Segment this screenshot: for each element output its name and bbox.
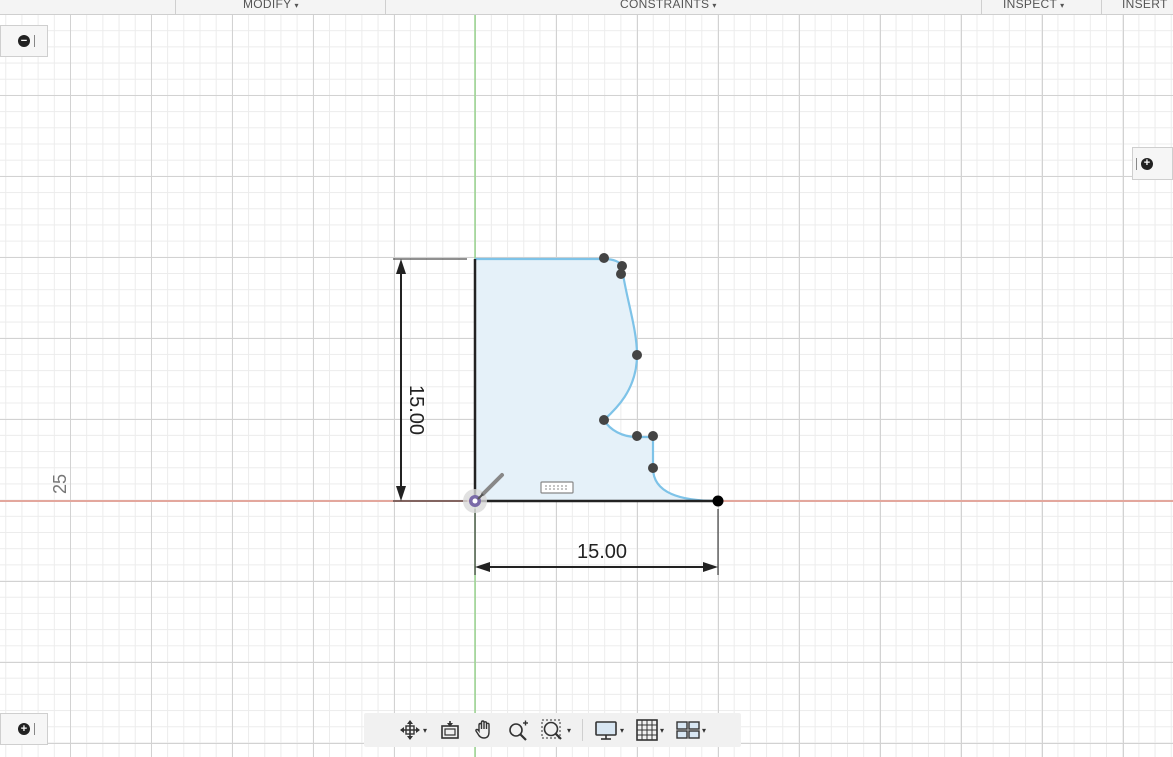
pan-icon (475, 720, 490, 739)
viewports-icon (676, 721, 700, 739)
control-point (648, 431, 658, 441)
text-glyph-icon[interactable] (540, 481, 574, 494)
insert-menu-label: INSERT (1122, 0, 1168, 11)
control-point (599, 253, 609, 263)
caret-down-icon: ▾ (702, 725, 707, 735)
zoom-icon (509, 720, 528, 741)
navigation-bar: ▾ ▾ ▾ ▾ ▾ (364, 713, 741, 747)
nav-divider (581, 719, 583, 741)
insert-menu[interactable]: INSERT (1122, 0, 1168, 14)
collapse-icon: − (18, 35, 30, 47)
caret-down-icon: ▾ (1060, 1, 1065, 10)
caret-down-icon: ▾ (566, 725, 571, 735)
control-point (648, 463, 658, 473)
grid-settings-icon (636, 719, 658, 741)
display-settings-button[interactable]: ▾ (591, 717, 627, 743)
expand-icon: + (18, 723, 30, 735)
axis-label: 25 (50, 474, 70, 494)
caret-down-icon: ▾ (619, 725, 624, 735)
toolbar-divider (1101, 0, 1102, 14)
expand-icon: + (1141, 157, 1153, 170)
dimension-horizontal-value[interactable]: 15.00 (577, 541, 627, 563)
modify-menu-label: MODIFY (243, 0, 292, 11)
grid-settings-button[interactable]: ▾ (633, 717, 667, 743)
orbit-icon (399, 720, 420, 740)
control-point (616, 269, 626, 279)
toolbar-divider (175, 0, 176, 14)
constraints-menu-label: CONSTRAINTS (620, 0, 710, 11)
toolbar: MODIFY ▾ CONSTRAINTS ▾ INSPECT ▾ INSERT (0, 0, 1173, 15)
dimension-vertical[interactable] (393, 258, 467, 502)
sketch-drawing[interactable]: 15.00 15.00 25 (0, 0, 1173, 757)
comments-panel-toggle[interactable]: + (0, 713, 48, 745)
display-settings-icon (595, 721, 617, 740)
caret-down-icon: ▾ (712, 1, 717, 10)
control-point (632, 350, 642, 360)
end-point[interactable] (712, 495, 724, 507)
control-point (599, 415, 609, 425)
pan-button[interactable] (470, 717, 498, 743)
control-point (632, 431, 642, 441)
sketch-palette-toggle[interactable]: + (1132, 147, 1173, 180)
inspect-menu-label: INSPECT (1003, 0, 1058, 11)
fit-icon (541, 719, 562, 740)
fit-button[interactable]: ▾ (538, 717, 574, 743)
zoom-button[interactable] (504, 717, 532, 743)
constraints-menu[interactable]: CONSTRAINTS ▾ (620, 0, 717, 14)
grip-handle[interactable] (1136, 157, 1137, 170)
caret-down-icon: ▾ (422, 725, 427, 735)
toolbar-divider (385, 0, 386, 14)
toolbar-divider (981, 0, 982, 14)
browser-panel-toggle[interactable]: − (0, 25, 48, 57)
orbit-button[interactable]: ▾ (396, 717, 430, 743)
look-at-icon (441, 721, 459, 739)
grip-handle[interactable] (34, 723, 35, 735)
grip-handle[interactable] (34, 35, 35, 47)
caret-down-icon: ▾ (294, 1, 299, 10)
caret-down-icon: ▾ (660, 725, 665, 735)
look-at-button[interactable] (436, 717, 464, 743)
sketch-profile[interactable] (475, 259, 718, 501)
viewports-button[interactable]: ▾ (673, 717, 709, 743)
inspect-menu[interactable]: INSPECT ▾ (1003, 0, 1064, 14)
dimension-vertical-value[interactable]: 15.00 (405, 385, 427, 435)
modify-menu[interactable]: MODIFY ▾ (243, 0, 299, 14)
